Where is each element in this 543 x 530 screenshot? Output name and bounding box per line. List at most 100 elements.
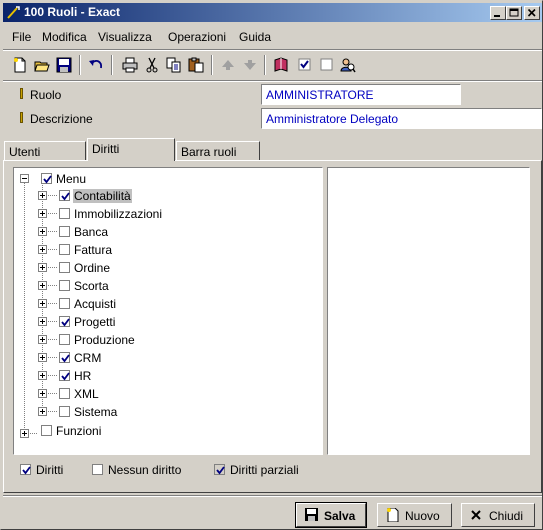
tree-expand-toggle[interactable] — [38, 245, 47, 254]
menu-visualizza[interactable]: Visualizza — [98, 30, 152, 44]
tab-diritti-label: Diritti — [92, 142, 120, 156]
copy-button[interactable] — [163, 54, 185, 76]
tree-item-label[interactable]: CRM — [73, 351, 102, 365]
check-icon — [22, 466, 31, 475]
move-down-icon — [244, 60, 256, 70]
toolbar-separator — [264, 55, 266, 75]
menu-modifica[interactable]: Modifica — [42, 30, 87, 44]
menu-separator — [3, 49, 542, 51]
new-button[interactable]: Nuovo — [377, 503, 452, 527]
user-search-button[interactable] — [337, 54, 359, 76]
tree-expand-toggle[interactable] — [38, 389, 47, 398]
close-window-button[interactable] — [524, 6, 540, 20]
save-icon — [305, 508, 318, 521]
tab-diritti[interactable]: Diritti — [87, 138, 175, 161]
cut-button[interactable] — [141, 54, 163, 76]
tree-item-checkbox[interactable] — [59, 370, 70, 381]
check-all-button[interactable] — [294, 54, 316, 76]
save-button[interactable]: Salva — [295, 502, 367, 528]
legend-no-rights-label: Nessun diritto — [108, 463, 182, 477]
tree-expand-toggle[interactable] — [38, 299, 47, 308]
menu-file[interactable]: File — [12, 30, 31, 44]
tree-item-label[interactable]: Immobilizzazioni — [73, 207, 163, 221]
tree-expand-toggle[interactable] — [38, 263, 47, 272]
check-icon — [61, 192, 70, 201]
paste-button[interactable] — [185, 54, 207, 76]
tree-expand-toggle[interactable] — [38, 227, 47, 236]
save-button-label: Salva — [324, 509, 356, 523]
tree-item-checkbox[interactable] — [59, 226, 70, 237]
required-marker — [20, 112, 23, 123]
tree-expand-toggle[interactable] — [38, 191, 47, 200]
tab-utenti-label: Utenti — [9, 145, 41, 159]
tree-item-label[interactable]: XML — [73, 387, 100, 401]
tab-barra-ruoli[interactable]: Barra ruoli — [176, 141, 260, 161]
funzioni-checkbox[interactable] — [41, 425, 52, 436]
tree-item-checkbox[interactable] — [59, 388, 70, 399]
new-button[interactable] — [9, 54, 31, 76]
open-icon — [34, 61, 50, 72]
tree-item-funzioni[interactable]: Funzioni — [55, 424, 102, 438]
print-icon — [122, 57, 138, 73]
check-icon — [43, 175, 52, 184]
tree-item-label[interactable]: HR — [73, 369, 92, 383]
tree-item-checkbox[interactable] — [59, 244, 70, 255]
tree-item-checkbox[interactable] — [59, 352, 70, 363]
close-icon — [471, 510, 481, 520]
maximize-button[interactable] — [506, 6, 522, 20]
legend-no-rights-checkbox — [92, 464, 103, 475]
tree-expand-toggle[interactable] — [38, 371, 47, 380]
tree-item-checkbox[interactable] — [59, 298, 70, 309]
tree-item-menu[interactable]: Menu — [55, 172, 87, 186]
tree-item-label[interactable]: Ordine — [73, 261, 111, 275]
title-bar[interactable]: 100 Ruoli - Exact — [3, 3, 542, 22]
funzioni-expand-toggle[interactable] — [20, 429, 29, 438]
maximize-icon — [509, 8, 519, 17]
print-button[interactable] — [119, 54, 141, 76]
menu-guida[interactable]: Guida — [239, 30, 271, 44]
tree-expand-toggle[interactable] — [38, 353, 47, 362]
book-button[interactable] — [270, 54, 292, 76]
tree-item-label[interactable]: Progetti — [73, 315, 116, 329]
tree-item-checkbox[interactable] — [59, 334, 70, 345]
move-up-button[interactable] — [217, 54, 239, 76]
tree-expand-toggle[interactable] — [38, 209, 47, 218]
role-input[interactable]: AMMINISTRATORE — [261, 84, 461, 105]
tree-item-checkbox[interactable] — [59, 262, 70, 273]
close-button[interactable]: Chiudi — [461, 503, 535, 527]
tree-expand-toggle[interactable] — [38, 281, 47, 290]
menu-operazioni[interactable]: Operazioni — [168, 30, 226, 44]
minimize-icon — [494, 15, 500, 17]
move-down-button[interactable] — [239, 54, 261, 76]
uncheck-icon — [320, 58, 333, 71]
close-button-label: Chiudi — [489, 509, 524, 523]
rights-tree[interactable]: Menu Contabilità Immobilizzazioni Banca Fat… — [13, 167, 323, 455]
open-button[interactable] — [31, 54, 53, 76]
tree-item-checkbox[interactable] — [59, 190, 70, 201]
uncheck-all-button[interactable] — [316, 54, 338, 76]
tree-item-label[interactable]: Scorta — [73, 279, 110, 293]
tree-item-label[interactable]: Banca — [73, 225, 109, 239]
save-icon — [56, 57, 72, 73]
tree-item-checkbox[interactable] — [59, 406, 70, 417]
save-toolbar-button[interactable] — [53, 54, 75, 76]
tree-item-label[interactable]: Contabilità — [73, 189, 132, 203]
menu-collapse-toggle[interactable] — [20, 174, 29, 183]
tree-expand-toggle[interactable] — [38, 335, 47, 344]
menu-checkbox[interactable] — [41, 173, 52, 184]
tree-item-checkbox[interactable] — [59, 208, 70, 219]
tree-item-label[interactable]: Acquisti — [73, 297, 117, 311]
description-input[interactable]: Amministratore Delegato — [261, 108, 542, 129]
minimize-button[interactable] — [490, 6, 506, 20]
tree-item-label[interactable]: Sistema — [73, 405, 118, 419]
new-button-label: Nuovo — [405, 509, 440, 523]
tree-item-label[interactable]: Produzione — [73, 333, 136, 347]
tree-item-checkbox[interactable] — [59, 280, 70, 291]
tree-item-label[interactable]: Fattura — [73, 243, 113, 257]
tree-item-checkbox[interactable] — [59, 316, 70, 327]
legend-rights-label: Diritti — [36, 463, 64, 477]
undo-button[interactable] — [85, 54, 107, 76]
tree-expand-toggle[interactable] — [38, 317, 47, 326]
tab-utenti[interactable]: Utenti — [4, 141, 86, 161]
tree-expand-toggle[interactable] — [38, 407, 47, 416]
